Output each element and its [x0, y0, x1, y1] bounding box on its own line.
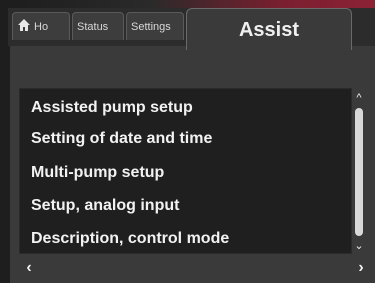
display-screen: Ho Status Settings Assist Assisted pump …	[0, 0, 375, 283]
tab-status[interactable]: Status	[72, 12, 124, 40]
tab-assist-label: Assist	[238, 19, 300, 41]
menu-item-analog-input[interactable]: Setup, analog input	[31, 196, 331, 216]
menu-item-assisted-pump-setup[interactable]: Assisted pump setup	[31, 98, 331, 118]
tab-assist[interactable]: Assist	[186, 8, 352, 50]
menu-item-control-mode[interactable]: Description, control mode	[31, 229, 331, 249]
scrollbar[interactable]: ^ ⌄	[352, 92, 366, 252]
chevron-right-icon[interactable]: ›	[352, 259, 370, 277]
scrollbar-thumb[interactable]	[355, 108, 363, 236]
chevron-up-icon[interactable]: ^	[352, 92, 366, 104]
tab-settings-label: Settings	[131, 21, 171, 33]
chevron-left-icon[interactable]: ‹	[20, 259, 38, 277]
tab-home-label: Ho	[34, 21, 49, 33]
tab-home[interactable]: Ho	[12, 12, 70, 40]
menu-item-multi-pump-setup[interactable]: Multi-pump setup	[31, 163, 331, 183]
menu-item-date-time[interactable]: Setting of date and time	[31, 129, 331, 149]
tab-status-label: Status	[77, 21, 109, 33]
tab-settings[interactable]: Settings	[126, 12, 184, 40]
chevron-down-icon[interactable]: ⌄	[352, 240, 366, 252]
home-icon	[18, 19, 30, 31]
assist-menu-list: Assisted pump setup Setting of date and …	[19, 88, 352, 254]
